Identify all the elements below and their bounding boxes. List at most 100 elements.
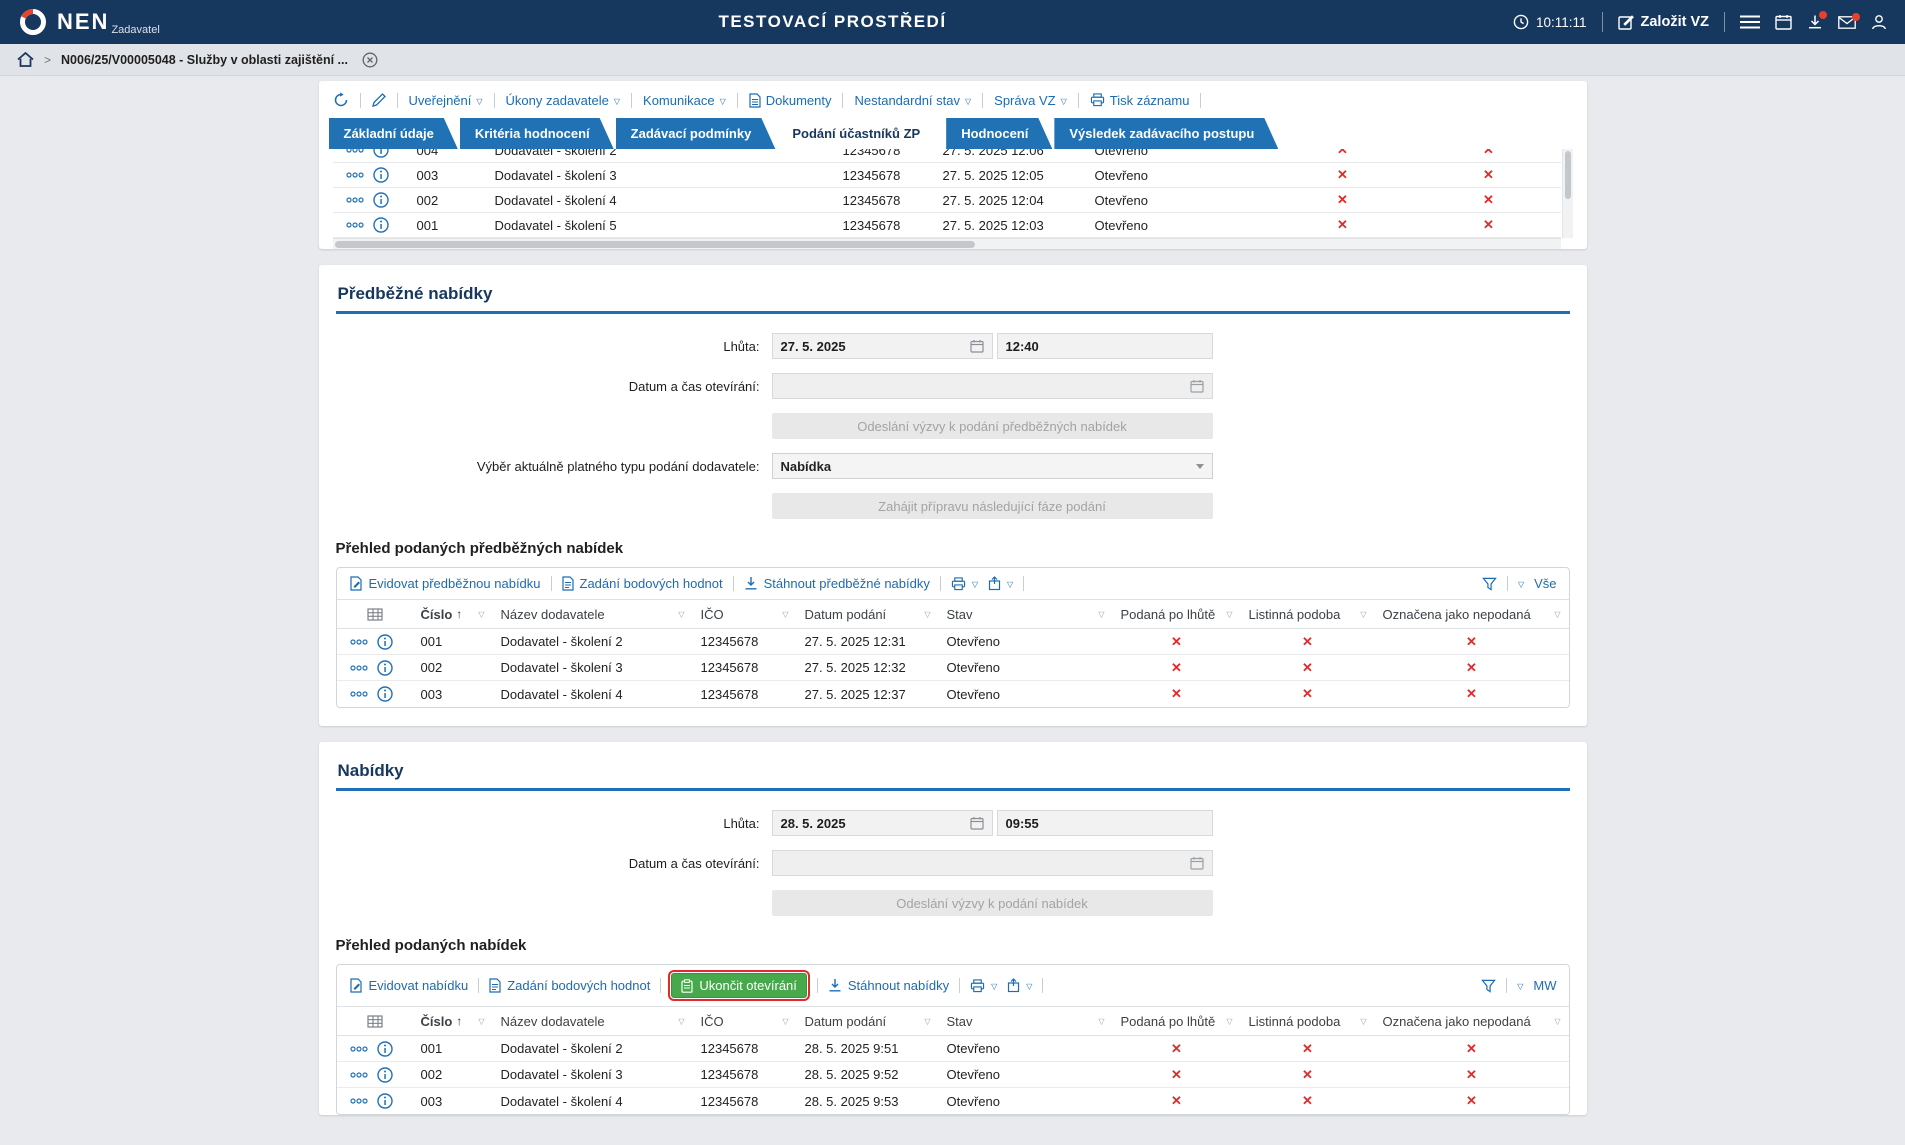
- edit-record-button[interactable]: [372, 93, 386, 107]
- main-menu-button[interactable]: [1740, 15, 1760, 29]
- header-nazev[interactable]: Název dodavatele▽: [493, 1014, 693, 1029]
- header-ico[interactable]: IČO▽: [693, 1014, 797, 1029]
- print-table-button[interactable]: ▽: [951, 577, 978, 591]
- breadcrumb-item[interactable]: N006/25/V00005048 - Služby v oblasti zaj…: [61, 53, 348, 67]
- table-row[interactable]: 002 Dodavatel - školení 4 12345678 27. 5…: [333, 188, 1561, 213]
- horizontal-scrollbar[interactable]: [333, 238, 1561, 249]
- typ-podani-select[interactable]: Nabídka: [772, 453, 1213, 479]
- filter-chevron-icon[interactable]: ▽: [678, 610, 684, 619]
- lhuta-time-field[interactable]: 09:55: [997, 810, 1213, 836]
- header-listinna[interactable]: Listinná podoba▽: [1241, 607, 1375, 622]
- info-icon[interactable]: [377, 686, 393, 702]
- row-menu-icon[interactable]: [346, 197, 364, 203]
- zalozit-vz-button[interactable]: Založit VZ: [1618, 14, 1709, 30]
- table-row[interactable]: 001 Dodavatel - školení 5 12345678 27. 5…: [333, 213, 1561, 238]
- filter-button[interactable]: [1481, 979, 1496, 993]
- calendar-icon[interactable]: [970, 339, 984, 353]
- close-record-button[interactable]: [362, 52, 378, 68]
- filter-chevron-icon[interactable]: ▽: [1554, 610, 1560, 619]
- tab-zadavaci-podminky[interactable]: Zadávací podmínky: [616, 118, 776, 149]
- header-ico[interactable]: IČO▽: [693, 607, 797, 622]
- stahnout-nabidky-button[interactable]: Stáhnout nabídky: [828, 978, 949, 993]
- filter-chevron-icon[interactable]: ▽: [1098, 610, 1104, 619]
- zadani-bodovych-hodnot-button[interactable]: Zadání bodových hodnot: [489, 978, 650, 993]
- menu-komunikace[interactable]: Komunikace ▽: [643, 93, 726, 108]
- export-table-button[interactable]: ▽: [1007, 978, 1032, 993]
- info-icon[interactable]: [377, 1041, 393, 1057]
- menu-ukony-zadavatele[interactable]: Úkony zadavatele ▽: [506, 93, 621, 108]
- info-icon[interactable]: [377, 634, 393, 650]
- messages-button[interactable]: [1838, 16, 1856, 29]
- row-menu-icon[interactable]: [350, 1046, 368, 1052]
- info-icon[interactable]: [373, 192, 389, 208]
- filter-chevron-icon[interactable]: ▽: [1554, 1017, 1560, 1026]
- info-icon[interactable]: [373, 167, 389, 183]
- scrollbar-thumb[interactable]: [1565, 151, 1571, 199]
- filter-chevron-icon[interactable]: ▽: [478, 610, 484, 619]
- menu-nestandardni-stav[interactable]: Nestandardní stav ▽: [854, 93, 971, 108]
- header-oznacena[interactable]: Označena jako nepodaná▽: [1375, 1014, 1569, 1029]
- menu-uverejneni[interactable]: Uveřejnění ▽: [409, 93, 483, 108]
- row-menu-icon[interactable]: [350, 1072, 368, 1078]
- history-button[interactable]: [333, 92, 349, 108]
- header-datum[interactable]: Datum podání▽: [797, 1014, 939, 1029]
- calendar-icon[interactable]: [1190, 379, 1204, 393]
- header-stav[interactable]: Stav▽: [939, 607, 1113, 622]
- row-menu-icon[interactable]: [350, 1098, 368, 1104]
- row-menu-icon[interactable]: [350, 691, 368, 697]
- vertical-scrollbar[interactable]: [1562, 149, 1573, 238]
- header-podana[interactable]: Podaná po lhůtě▽: [1113, 607, 1241, 622]
- table-row[interactable]: 003 Dodavatel - školení 4 12345678 27. 5…: [337, 681, 1569, 707]
- header-nazev[interactable]: Název dodavatele▽: [493, 607, 693, 622]
- filter-chevron-icon[interactable]: ▽: [1098, 1017, 1104, 1026]
- table-row[interactable]: 002 Dodavatel - školení 3 12345678 28. 5…: [337, 1062, 1569, 1088]
- home-button[interactable]: [17, 52, 34, 67]
- lhuta-time-field[interactable]: 12:40: [997, 333, 1213, 359]
- print-table-button[interactable]: ▽: [970, 979, 997, 993]
- info-icon[interactable]: [377, 660, 393, 676]
- row-menu-icon[interactable]: [350, 665, 368, 671]
- row-menu-icon[interactable]: [346, 172, 364, 178]
- lhuta-date-field[interactable]: 28. 5. 2025: [772, 810, 993, 836]
- info-icon[interactable]: [377, 1067, 393, 1083]
- table-row[interactable]: 002 Dodavatel - školení 3 12345678 27. 5…: [337, 655, 1569, 681]
- tab-zakladni-udaje[interactable]: Základní údaje: [329, 118, 458, 149]
- header-datum[interactable]: Datum podání▽: [797, 607, 939, 622]
- view-selector[interactable]: MW: [1533, 978, 1556, 993]
- header-oznacena[interactable]: Označena jako nepodaná▽: [1375, 607, 1569, 622]
- info-icon[interactable]: [373, 217, 389, 233]
- chevron-down-icon[interactable]: ▽: [1518, 580, 1524, 589]
- oteviranni-date-field[interactable]: [772, 373, 1213, 399]
- chevron-down-icon[interactable]: ▽: [1517, 982, 1523, 991]
- menu-sprava-vz[interactable]: Správa VZ ▽: [994, 93, 1067, 108]
- table-row[interactable]: 004 Dodavatel - školení 2 12345678 27. 5…: [333, 149, 1561, 163]
- row-menu-icon[interactable]: [346, 222, 364, 228]
- info-icon[interactable]: [377, 1093, 393, 1109]
- tab-hodnoceni[interactable]: Hodnocení: [946, 118, 1052, 149]
- info-icon[interactable]: [373, 149, 389, 158]
- filter-button[interactable]: [1482, 577, 1497, 591]
- downloads-button[interactable]: [1807, 14, 1823, 30]
- tab-vysledek-zadavaciho-postupu[interactable]: Výsledek zadávacího postupu: [1054, 118, 1278, 149]
- row-menu-icon[interactable]: [350, 639, 368, 645]
- table-row[interactable]: 001 Dodavatel - školení 2 12345678 27. 5…: [337, 629, 1569, 655]
- header-cislo[interactable]: Číslo ↑ ▽: [413, 1014, 493, 1029]
- filter-chevron-icon[interactable]: ▽: [478, 1017, 484, 1026]
- evidovat-nabidku-button[interactable]: Evidovat nabídku: [349, 978, 469, 993]
- filter-chevron-icon[interactable]: ▽: [1360, 1017, 1366, 1026]
- menu-dokumenty[interactable]: Dokumenty: [749, 93, 832, 108]
- ukoncit-oteviranni-button[interactable]: Ukončit otevírání: [671, 973, 807, 998]
- filter-chevron-icon[interactable]: ▽: [782, 1017, 788, 1026]
- calendar-icon[interactable]: [970, 816, 984, 830]
- filter-chevron-icon[interactable]: ▽: [1226, 610, 1232, 619]
- filter-chevron-icon[interactable]: ▽: [924, 610, 930, 619]
- filter-chevron-icon[interactable]: ▽: [782, 610, 788, 619]
- filter-chevron-icon[interactable]: ▽: [924, 1017, 930, 1026]
- zadani-bodovych-hodnot-button[interactable]: Zadání bodových hodnot: [562, 576, 723, 591]
- table-row[interactable]: 003 Dodavatel - školení 3 12345678 27. 5…: [333, 163, 1561, 188]
- evidovat-predbeznou-nabidku-button[interactable]: Evidovat předběžnou nabídku: [349, 576, 541, 591]
- nen-home-link[interactable]: NEN Zadavatel: [18, 7, 160, 37]
- user-profile-button[interactable]: [1871, 14, 1887, 30]
- lhuta-date-field[interactable]: 27. 5. 2025: [772, 333, 993, 359]
- table-row[interactable]: 001 Dodavatel - školení 2 12345678 28. 5…: [337, 1036, 1569, 1062]
